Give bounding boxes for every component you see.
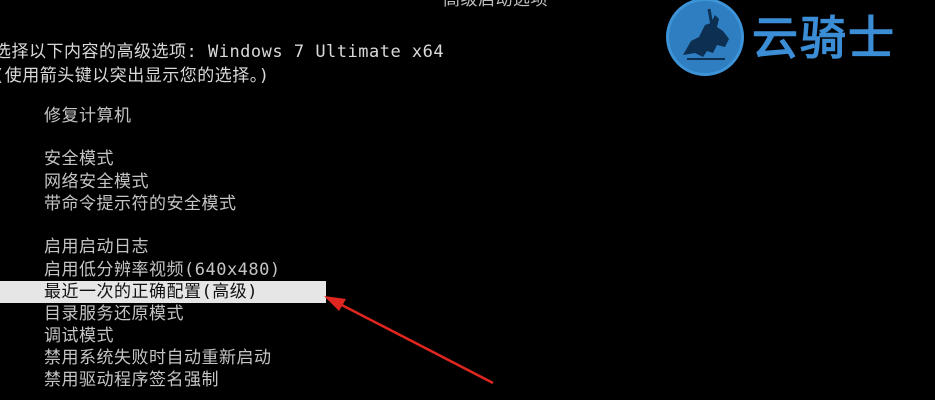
prompt-line-1: 选择以下内容的高级选项: Windows 7 Ultimate x64 xyxy=(0,42,445,62)
prompt-line-2: (使用箭头键以突出显示您的选择。) xyxy=(0,66,270,86)
knight-figure-svg xyxy=(683,8,729,60)
menu-item-safe-mode-command-prompt[interactable]: 带命令提示符的安全模式 xyxy=(44,193,237,215)
window-title: 高级启动选项 xyxy=(443,0,548,10)
menu-item-safe-mode-networking[interactable]: 网络安全模式 xyxy=(44,171,149,193)
menu-item-directory-services-restore[interactable]: 目录服务还原模式 xyxy=(44,303,184,325)
menu-item-enable-boot-logging[interactable]: 启用启动日志 xyxy=(44,236,149,258)
menu-item-disable-auto-restart[interactable]: 禁用系统失败时自动重新启动 xyxy=(44,347,272,369)
menu-item-low-resolution-video[interactable]: 启用低分辨率视频(640x480) xyxy=(44,259,281,281)
watermark-text: 云骑士 xyxy=(752,11,896,65)
menu-item-safe-mode[interactable]: 安全模式 xyxy=(44,148,114,170)
menu-item-disable-driver-signature[interactable]: 禁用驱动程序签名强制 xyxy=(44,369,219,391)
watermark-logo: 云骑士 xyxy=(664,0,935,82)
menu-item-last-known-good-config[interactable]: 最近一次的正确配置(高级) xyxy=(0,281,326,303)
menu-item-repair-computer[interactable]: 修复计算机 xyxy=(44,105,132,127)
menu-item-debugging-mode[interactable]: 调试模式 xyxy=(44,325,114,347)
advanced-boot-options-screen: 高级启动选项 选择以下内容的高级选项: Windows 7 Ultimate x… xyxy=(0,0,935,400)
knight-on-horse-icon xyxy=(666,0,744,76)
